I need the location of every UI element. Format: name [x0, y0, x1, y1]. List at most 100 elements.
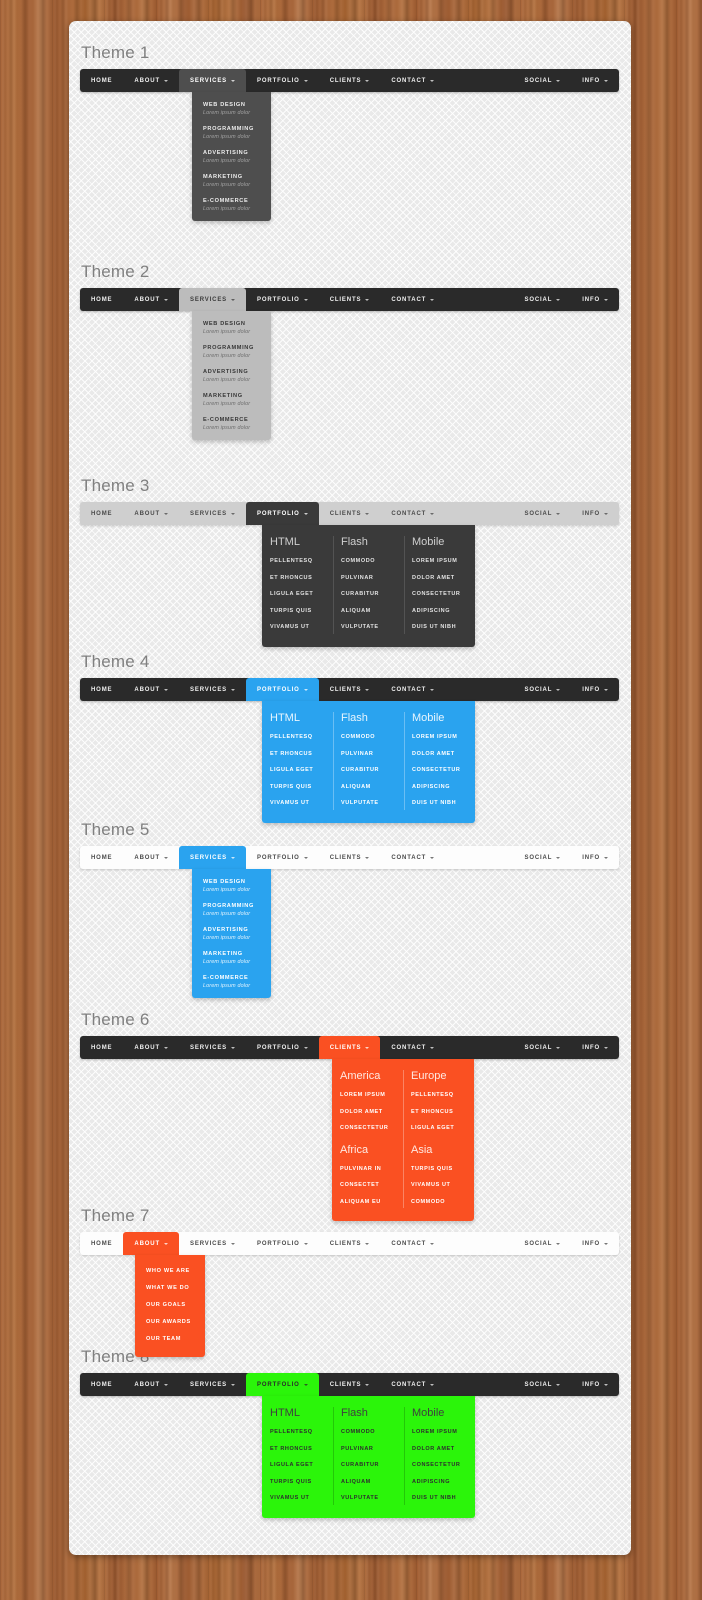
nav-item-contact[interactable]: CONTACT — [380, 502, 445, 525]
megamenu-link[interactable]: LIGULA EGET — [270, 586, 325, 603]
nav-item-about[interactable]: ABOUT — [123, 1232, 179, 1255]
nav-item-services[interactable]: SERVICES — [179, 846, 247, 869]
megamenu-link[interactable]: COMMODO — [341, 729, 396, 746]
nav-item-info[interactable]: INFO — [571, 288, 619, 311]
dropdown-item[interactable]: WHO WE ARE — [135, 1263, 205, 1280]
megamenu-link[interactable]: VULPUTATE — [341, 1490, 396, 1507]
nav-item-home[interactable]: HOME — [80, 288, 123, 311]
nav-item-home[interactable]: HOME — [80, 502, 123, 525]
dropdown-item[interactable]: OUR AWARDS — [135, 1314, 205, 1331]
nav-item-services[interactable]: SERVICES — [179, 288, 247, 311]
nav-item-about[interactable]: ABOUT — [123, 1036, 179, 1059]
dropdown-item[interactable]: PROGRAMMING Lorem ipsum dolor — [192, 344, 271, 360]
megamenu-link[interactable]: ET RHONCUS — [270, 570, 325, 587]
dropdown-item[interactable]: OUR GOALS — [135, 1297, 205, 1314]
megamenu-link[interactable]: DOLOR AMET — [412, 570, 467, 587]
megamenu-link[interactable]: ALIQUAM — [341, 603, 396, 620]
nav-item-services[interactable]: SERVICES — [179, 69, 247, 92]
dropdown-item[interactable]: E-COMMERCE Lorem ipsum dolor — [192, 197, 271, 213]
nav-item-clients[interactable]: CLIENTS — [319, 678, 381, 701]
nav-item-clients[interactable]: CLIENTS — [319, 846, 381, 869]
megamenu-link[interactable]: DOLOR AMET — [340, 1104, 395, 1121]
megamenu-link[interactable]: PELLENTESQ — [411, 1087, 466, 1104]
dropdown-item[interactable]: WEB DESIGN Lorem ipsum dolor — [192, 320, 271, 336]
nav-item-info[interactable]: INFO — [571, 1232, 619, 1255]
nav-item-home[interactable]: HOME — [80, 1373, 123, 1396]
nav-item-home[interactable]: HOME — [80, 1232, 123, 1255]
dropdown-item[interactable]: MARKETING Lorem ipsum dolor — [192, 392, 271, 408]
nav-item-portfolio[interactable]: PORTFOLIO — [246, 69, 319, 92]
nav-item-info[interactable]: INFO — [571, 1036, 619, 1059]
megamenu-link[interactable]: PELLENTESQ — [270, 553, 325, 570]
megamenu-link[interactable]: PULVINAR — [341, 1441, 396, 1458]
megamenu-link[interactable]: PELLENTESQ — [270, 729, 325, 746]
nav-item-portfolio[interactable]: PORTFOLIO — [246, 1232, 319, 1255]
nav-item-about[interactable]: ABOUT — [123, 1373, 179, 1396]
nav-item-portfolio[interactable]: PORTFOLIO — [246, 288, 319, 311]
dropdown-item[interactable]: MARKETING Lorem ipsum dolor — [192, 173, 271, 189]
megamenu-link[interactable]: ET RHONCUS — [411, 1104, 466, 1121]
megamenu-link[interactable]: VULPUTATE — [341, 795, 396, 812]
megamenu-link[interactable]: PULVINAR — [341, 746, 396, 763]
nav-item-services[interactable]: SERVICES — [179, 1232, 246, 1255]
megamenu-link[interactable]: COMMODO — [341, 553, 396, 570]
megamenu-link[interactable]: DUIS UT NIBH — [412, 795, 467, 812]
nav-item-about[interactable]: ABOUT — [123, 846, 179, 869]
dropdown-item[interactable]: ADVERTISING Lorem ipsum dolor — [192, 368, 271, 384]
megamenu-link[interactable]: ALIQUAM — [341, 1474, 396, 1491]
nav-item-contact[interactable]: CONTACT — [380, 288, 445, 311]
nav-item-contact[interactable]: CONTACT — [380, 678, 445, 701]
nav-item-info[interactable]: INFO — [571, 1373, 619, 1396]
nav-item-home[interactable]: HOME — [80, 846, 123, 869]
nav-item-social[interactable]: SOCIAL — [513, 1036, 571, 1059]
dropdown-item[interactable]: MARKETING Lorem ipsum dolor — [192, 950, 271, 966]
megamenu-link[interactable]: CONSECTETUR — [412, 1457, 467, 1474]
nav-item-home[interactable]: HOME — [80, 678, 123, 701]
dropdown-item[interactable]: WHAT WE DO — [135, 1280, 205, 1297]
megamenu-link[interactable]: ALIQUAM — [341, 779, 396, 796]
nav-item-info[interactable]: INFO — [571, 678, 619, 701]
megamenu-link[interactable]: CONSECTET — [340, 1177, 395, 1194]
dropdown-item[interactable]: WEB DESIGN Lorem ipsum dolor — [192, 101, 271, 117]
nav-item-portfolio[interactable]: PORTFOLIO — [246, 678, 319, 701]
megamenu-link[interactable]: DUIS UT NIBH — [412, 1490, 467, 1507]
megamenu-link[interactable]: CONSECTETUR — [340, 1120, 395, 1137]
nav-item-clients[interactable]: CLIENTS — [319, 502, 381, 525]
nav-item-portfolio[interactable]: PORTFOLIO — [246, 1373, 319, 1396]
megamenu-link[interactable]: CONSECTETUR — [412, 586, 467, 603]
nav-item-about[interactable]: ABOUT — [123, 288, 179, 311]
megamenu-link[interactable]: CURABITUR — [341, 586, 396, 603]
nav-item-clients[interactable]: CLIENTS — [319, 288, 381, 311]
dropdown-item[interactable]: PROGRAMMING Lorem ipsum dolor — [192, 902, 271, 918]
megamenu-link[interactable]: LOREM IPSUM — [412, 729, 467, 746]
nav-item-portfolio[interactable]: PORTFOLIO — [246, 846, 319, 869]
megamenu-link[interactable]: COMMODO — [341, 1424, 396, 1441]
megamenu-link[interactable]: COMMODO — [411, 1194, 466, 1211]
megamenu-link[interactable]: PELLENTESQ — [270, 1424, 325, 1441]
nav-item-contact[interactable]: CONTACT — [380, 1232, 445, 1255]
nav-item-about[interactable]: ABOUT — [123, 502, 179, 525]
nav-item-services[interactable]: SERVICES — [179, 1373, 246, 1396]
megamenu-link[interactable]: ADIPISCING — [412, 1474, 467, 1491]
nav-item-about[interactable]: ABOUT — [123, 678, 179, 701]
nav-item-clients[interactable]: CLIENTS — [319, 1373, 381, 1396]
nav-item-home[interactable]: HOME — [80, 1036, 123, 1059]
nav-item-about[interactable]: ABOUT — [123, 69, 179, 92]
dropdown-item[interactable]: E-COMMERCE Lorem ipsum dolor — [192, 416, 271, 432]
nav-item-info[interactable]: INFO — [571, 502, 619, 525]
nav-item-clients[interactable]: CLIENTS — [318, 1036, 381, 1059]
megamenu-link[interactable]: LOREM IPSUM — [340, 1087, 395, 1104]
nav-item-contact[interactable]: CONTACT — [380, 846, 445, 869]
megamenu-link[interactable]: TURPIS QUIS — [270, 1474, 325, 1491]
nav-item-info[interactable]: INFO — [571, 69, 619, 92]
megamenu-link[interactable]: VIVAMUS UT — [411, 1177, 466, 1194]
megamenu-link[interactable]: LOREM IPSUM — [412, 553, 467, 570]
nav-item-social[interactable]: SOCIAL — [513, 678, 571, 701]
nav-item-services[interactable]: SERVICES — [179, 502, 246, 525]
megamenu-link[interactable]: ALIQUAM EU — [340, 1194, 395, 1211]
megamenu-link[interactable]: CURABITUR — [341, 1457, 396, 1474]
megamenu-link[interactable]: TURPIS QUIS — [270, 779, 325, 796]
megamenu-link[interactable]: ET RHONCUS — [270, 1441, 325, 1458]
nav-item-social[interactable]: SOCIAL — [513, 1373, 571, 1396]
nav-item-social[interactable]: SOCIAL — [513, 846, 571, 869]
